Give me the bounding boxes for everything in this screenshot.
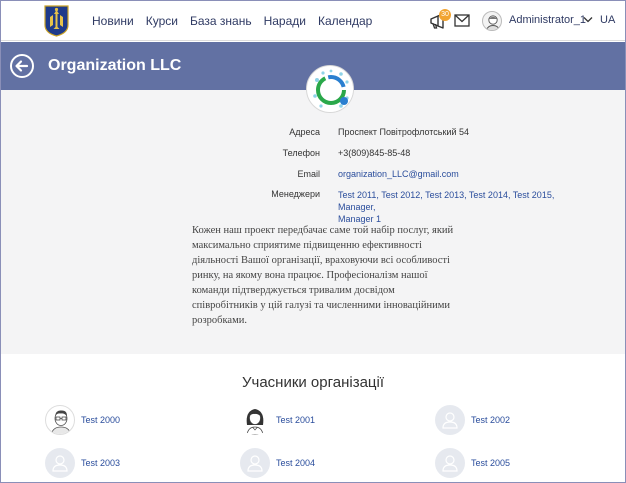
organization-info: Адреса Проспект Повітрофлотський 54 Теле… (1, 65, 625, 354)
description-line: Кожен наш проект передбачає саме той наб… (192, 225, 454, 236)
member-avatar (45, 448, 75, 478)
description-line: співробітників у цій галузі та численним… (192, 300, 450, 311)
member-name[interactable]: Test 2002 (471, 415, 510, 425)
user-name[interactable]: Administrator_1 (509, 14, 586, 26)
member-avatar (435, 448, 465, 478)
managers-label: Менеджери (271, 189, 320, 199)
member-name[interactable]: Test 2003 (81, 458, 120, 468)
managers-list: Test 2011, Test 2012, Test 2013, Test 20… (338, 189, 588, 225)
member-name[interactable]: Test 2004 (276, 458, 315, 468)
nav-link-knowledge-base[interactable]: База знань (190, 13, 252, 29)
member-avatar (240, 448, 270, 478)
member-avatar (435, 405, 465, 435)
member-name[interactable]: Test 2001 (276, 415, 315, 425)
description-line: команди підтверджується тривалим досвідо… (192, 285, 395, 296)
members-title: Учасники організації (241, 374, 385, 391)
nav-link-calendar[interactable]: Календар (318, 13, 372, 29)
chevron-down-icon[interactable] (583, 16, 593, 24)
placeholder-avatar-icon (442, 412, 458, 429)
managers-line-1[interactable]: Test 2011, Test 2012, Test 2013, Test 20… (338, 189, 588, 213)
description-line: ринку, на якому вона працює. Професіонал… (192, 270, 428, 281)
member-name[interactable]: Test 2005 (471, 458, 510, 468)
description-line: діяльності Вашої організації, враховуючи… (192, 255, 450, 266)
user-avatar-icon (486, 15, 500, 30)
organization-logo-icon (309, 68, 353, 112)
phone-value: +3(809)845-85-48 (338, 148, 411, 158)
man-glasses-avatar-icon (50, 410, 72, 434)
woman-avatar-icon (246, 409, 264, 435)
address-label: Адреса (289, 127, 320, 137)
member-item[interactable]: Test 2004 (240, 448, 315, 478)
mail-icon[interactable] (454, 14, 470, 27)
description-line: розробками. (192, 315, 247, 326)
nav-link-news[interactable]: Новини (92, 13, 134, 29)
nav-link-meetings[interactable]: Наради (264, 13, 306, 29)
organization-logo (306, 65, 354, 113)
member-item[interactable]: Test 2002 (435, 405, 510, 435)
phone-label: Телефон (282, 148, 320, 158)
kyiv-coat-of-arms-logo[interactable] (44, 5, 69, 37)
arrow-left-icon (15, 60, 29, 72)
placeholder-avatar-icon (442, 455, 458, 472)
main-menu: Новини Курси База знань Наради Календар (92, 13, 384, 29)
email-label: Email (297, 169, 320, 179)
member-avatar (240, 405, 270, 435)
language-switcher[interactable]: UA (600, 14, 615, 26)
description-line: максимально сприятиме підвищенню ефектив… (192, 240, 422, 251)
placeholder-avatar-icon (247, 455, 263, 472)
back-button[interactable] (10, 54, 34, 78)
page-title: Organization LLC (48, 57, 182, 74)
nav-link-courses[interactable]: Курси (146, 13, 178, 29)
member-item[interactable]: Test 2001 (240, 405, 315, 435)
email-link[interactable]: organization_LLC@gmail.com (338, 169, 459, 179)
member-name[interactable]: Test 2000 (81, 415, 120, 425)
placeholder-avatar-icon (52, 455, 68, 472)
address-value: Проспект Повітрофлотський 54 (338, 127, 469, 137)
member-avatar (45, 405, 75, 435)
organization-description: Кожен наш проект передбачає саме той наб… (192, 223, 472, 328)
top-nav: Новини Курси База знань Наради Календар … (1, 1, 625, 41)
user-avatar[interactable] (482, 11, 502, 31)
notification-badge: 30 (439, 9, 451, 21)
member-item[interactable]: Test 2003 (45, 448, 120, 478)
member-item[interactable]: Test 2000 (45, 405, 120, 435)
member-item[interactable]: Test 2005 (435, 448, 510, 478)
